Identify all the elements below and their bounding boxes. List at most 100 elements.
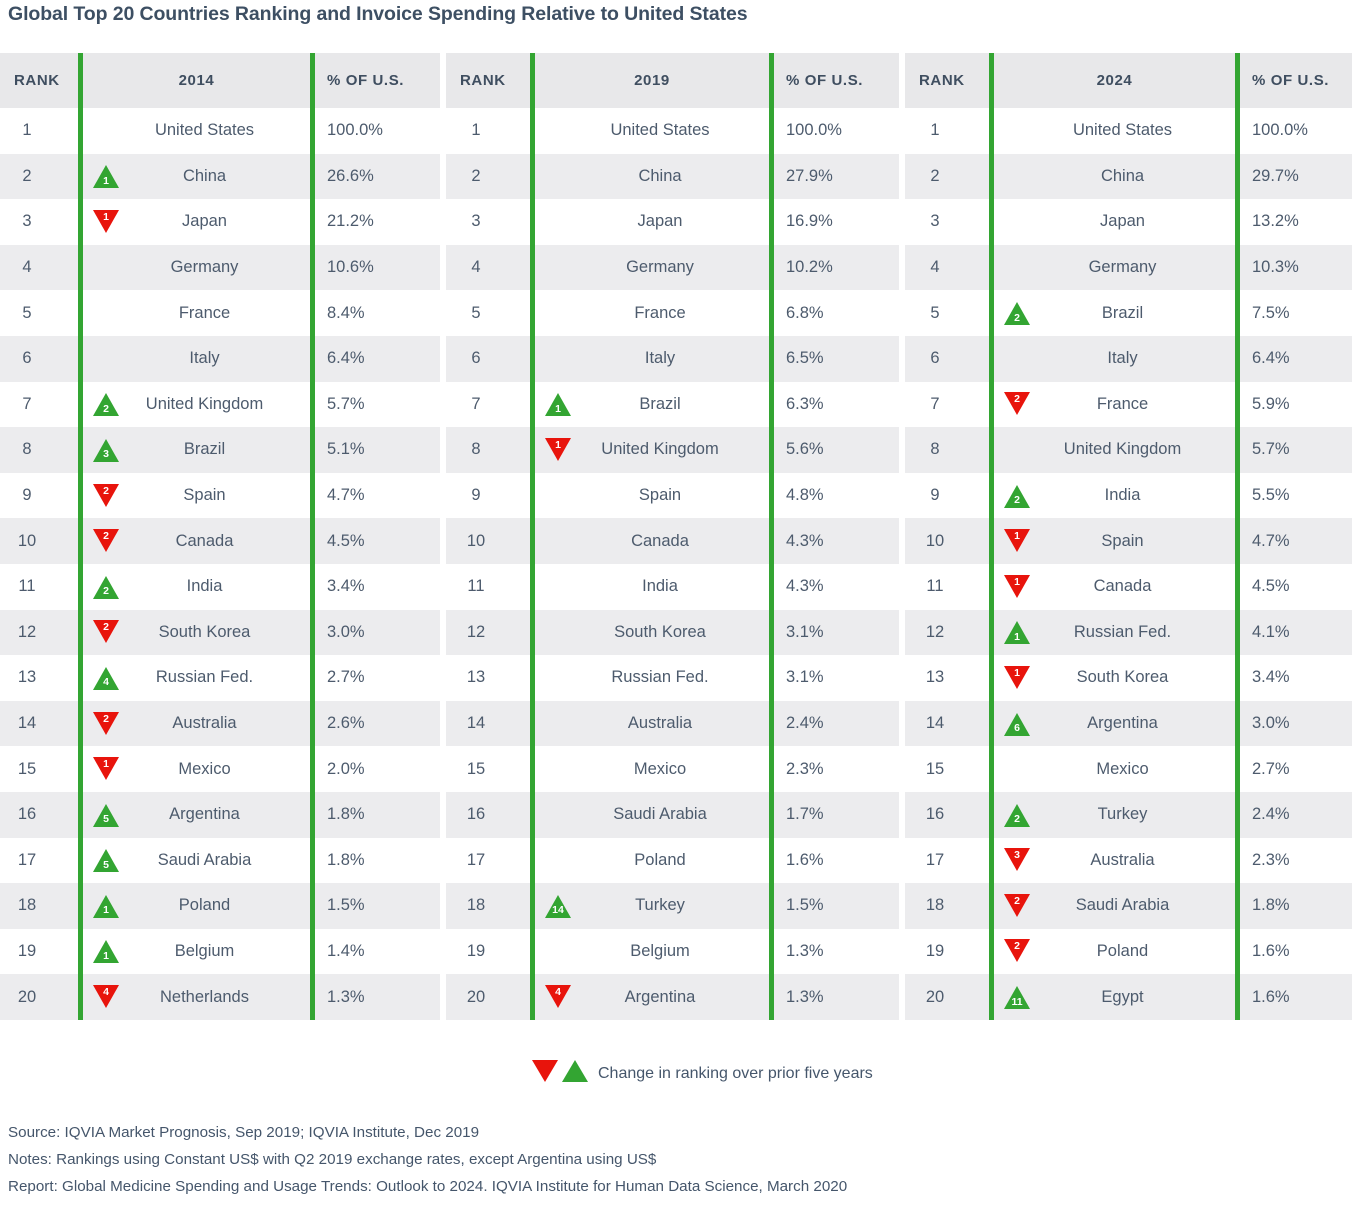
rank-cell: 16	[0, 791, 78, 838]
table-row: 2 United Kingdom	[83, 381, 310, 428]
country-name: South Korea	[158, 622, 251, 641]
table-row: United States	[535, 108, 769, 154]
country-name: Saudi Arabia	[1075, 896, 1170, 915]
rank-cell: 9	[905, 472, 989, 519]
pct-cell: 1.3%	[774, 974, 899, 1020]
table-row: Poland	[535, 837, 769, 884]
country-name: Italy	[644, 349, 676, 368]
ranking-tables: RANK 1 2 3 4 5 6 7 8 9 10 11 12 13 14 15 16 17 18 19 20 2014 U…	[0, 53, 1352, 1020]
rank-change-value: 2	[103, 585, 109, 598]
table-row: 2 Canada	[83, 518, 310, 564]
pct-cell: 100.0%	[1240, 108, 1352, 154]
country-name: Saudi Arabia	[157, 850, 252, 869]
footer-report-line: Report: Global Medicine Spending and Usa…	[8, 1178, 848, 1195]
table-row: 1 Poland	[83, 883, 310, 929]
table-row: Canada	[535, 518, 769, 564]
table-row: 2 South Korea	[83, 609, 310, 656]
pct-cell: 1.3%	[315, 974, 440, 1020]
rank-change-value: 6	[1014, 722, 1020, 735]
country-column-2019: 2019 United States China Japan Germany France…	[535, 53, 769, 1020]
country-name: United States	[610, 121, 710, 140]
rank-column-2019: RANK 1 2 3 4 5 6 7 8 9 10 11 12 13 14 15 16 17 18 19 20	[446, 53, 530, 1020]
column-header-rank: RANK	[905, 53, 989, 108]
pct-cell: 100.0%	[774, 108, 899, 154]
table-row: 14 Turkey	[535, 883, 769, 929]
rank-change-up-icon: 2	[1002, 299, 1032, 327]
pct-cell: 1.5%	[315, 883, 440, 929]
country-name: France	[1096, 394, 1149, 413]
table-row: 1 Spain	[994, 518, 1235, 564]
table-row: South Korea	[535, 609, 769, 656]
country-name: Germany	[626, 258, 694, 277]
pct-cell: 10.3%	[1240, 244, 1352, 291]
rank-cell: 5	[446, 290, 530, 336]
rank-cell: 3	[905, 199, 989, 245]
country-name: Russian Fed.	[611, 668, 709, 687]
table-row: Australia	[535, 700, 769, 747]
table-row: 1 United Kingdom	[535, 427, 769, 473]
rank-change-down-icon: 2	[1002, 390, 1032, 418]
table-row: 1 Brazil	[535, 381, 769, 428]
table-row: 2 Spain	[83, 472, 310, 519]
table-row: United Kingdom	[994, 427, 1235, 473]
rank-cell: 17	[0, 837, 78, 884]
table-row: Saudi Arabia	[535, 791, 769, 838]
rank-cell: 19	[446, 928, 530, 975]
rank-change-up-icon: 1	[91, 162, 121, 190]
country-name: Belgium	[174, 941, 235, 960]
table-row: India	[535, 563, 769, 610]
pct-cell: 1.8%	[1240, 883, 1352, 929]
rank-change-value: 1	[1014, 666, 1020, 679]
rank-change-value: 2	[103, 484, 109, 497]
rank-change-up-icon: 1	[1002, 618, 1032, 646]
country-name: Argentina	[1087, 714, 1158, 733]
column-header-year: 2014	[83, 53, 310, 108]
rank-change-value: 4	[103, 986, 109, 999]
country-name: Poland	[634, 850, 686, 869]
page-title: Global Top 20 Countries Ranking and Invo…	[8, 3, 748, 25]
rank-cell: 7	[446, 381, 530, 428]
pct-cell: 5.7%	[1240, 427, 1352, 473]
rank-change-value: 1	[555, 438, 561, 451]
country-name: Mexico	[633, 759, 687, 778]
table-row: Mexico	[994, 746, 1235, 792]
country-name: Poland	[178, 896, 231, 915]
country-column-2024: 2024 United States China Japan Germany 2 Brazi…	[994, 53, 1235, 1020]
rank-column-2024: RANK 1 2 3 4 5 6 7 8 9 10 11 12 13 14 15 16 17 18 19 20	[905, 53, 989, 1020]
rank-cell: 7	[905, 381, 989, 428]
pct-cell: 1.6%	[774, 837, 899, 884]
rank-cell: 14	[0, 700, 78, 747]
country-name: Russian Fed.	[1073, 622, 1172, 641]
rank-change-value: 1	[103, 949, 109, 962]
rank-cell: 1	[0, 108, 78, 154]
table-row: Mexico	[535, 746, 769, 792]
rank-cell: 14	[905, 700, 989, 747]
column-header-pct: % OF U.S.	[1240, 53, 1352, 108]
table-row: 2 France	[994, 381, 1235, 428]
country-name: Japan	[1100, 212, 1145, 231]
rank-cell: 8	[0, 427, 78, 473]
table-row: 3 Australia	[994, 837, 1235, 884]
pct-cell: 10.6%	[315, 244, 440, 291]
legend-label: Change in ranking over prior five years	[598, 1064, 873, 1082]
rank-cell: 8	[446, 427, 530, 473]
rank-cell: 15	[446, 746, 530, 792]
pct-cell: 1.7%	[774, 791, 899, 838]
table-row: 4 Netherlands	[83, 974, 310, 1020]
table-row: 4 Russian Fed.	[83, 655, 310, 701]
table-row: 2 India	[994, 472, 1235, 519]
rank-cell: 16	[905, 791, 989, 838]
rank-change-value: 1	[103, 174, 109, 187]
pct-cell: 5.5%	[1240, 472, 1352, 519]
rank-change-down-icon: 1	[1002, 527, 1032, 555]
pct-cell: 2.6%	[315, 700, 440, 747]
table-row: France	[83, 290, 310, 336]
pct-cell: 6.3%	[774, 381, 899, 428]
rank-change-up-icon: 5	[91, 801, 121, 829]
rank-cell: 16	[446, 791, 530, 838]
pct-cell: 3.4%	[315, 563, 440, 610]
column-header-rank: RANK	[0, 53, 78, 108]
rank-change-down-icon: 2	[1002, 892, 1032, 920]
country-name: Brazil	[1101, 303, 1144, 322]
table-row: 3 Brazil	[83, 427, 310, 473]
